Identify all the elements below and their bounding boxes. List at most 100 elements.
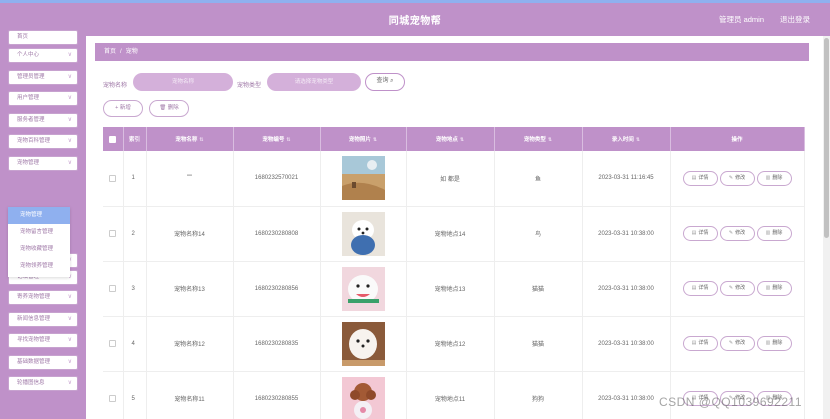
sidebar-item[interactable]: 基础数据管理 ∨ xyxy=(8,355,78,370)
row-checkbox[interactable] xyxy=(109,284,117,292)
col-name-label: 宠物名称 xyxy=(175,137,198,143)
submenu-pet-management: 宠物管理 宠物留言管理 宠物收藏管理 宠物领养管理 xyxy=(8,207,70,277)
cell-type: 鱼 xyxy=(494,151,583,207)
query-button[interactable]: 查询 ⌕ xyxy=(365,73,405,91)
sidebar-item-label: 用户管理 xyxy=(17,95,40,101)
sidebar-item[interactable]: 宠物百科管理 ∨ xyxy=(8,134,78,149)
col-header-ops: 操作 xyxy=(670,127,805,151)
col-time-label: 录入时间 xyxy=(611,137,634,143)
chevron-down-icon: ∨ xyxy=(67,337,72,343)
search-type-label: 宠物类型 xyxy=(237,83,262,89)
pet-photo xyxy=(341,376,385,419)
col-header-type[interactable]: 宠物类型 ⇅ xyxy=(494,127,583,151)
row-select-cell[interactable] xyxy=(103,261,124,317)
trash-icon: ▥ xyxy=(765,285,771,291)
chevron-down-icon: ∨ xyxy=(67,117,72,123)
row-select-cell[interactable] xyxy=(103,206,124,262)
row-select-cell[interactable] xyxy=(103,151,124,207)
sort-icon[interactable]: ⇅ xyxy=(373,137,377,143)
sort-icon[interactable]: ⇅ xyxy=(199,137,203,143)
add-button[interactable]: + 新增 xyxy=(103,100,143,117)
submenu-item[interactable]: 宠物留言管理 xyxy=(8,224,70,241)
cell-photo xyxy=(320,371,407,419)
detail-button[interactable]: ▤ 详情 xyxy=(682,226,718,241)
sidebar-item-label: 管理员管理 xyxy=(17,74,45,80)
pet-table: 索引 宠物名称 ⇅ 宠物编号 ⇅ 宠物照片 ⇅ 宠物地点 ⇅ 宠物类型 ⇅ 录入时间 ⇅ 操… xyxy=(103,127,805,419)
sidebar-item[interactable]: 寄养宠物管理 ∨ xyxy=(8,290,78,305)
sidebar-item[interactable]: 新闻信息管理 ∨ xyxy=(8,312,78,327)
detail-button[interactable]: ▤ 详情 xyxy=(682,281,718,296)
cell-index: 2 xyxy=(123,206,147,262)
col-header-time[interactable]: 录入时间 ⇅ xyxy=(582,127,671,151)
delete-button[interactable]: ▥ 删除 xyxy=(756,336,792,351)
cell-time: 2023-03-31 10:38:00 xyxy=(582,371,671,419)
delete-button[interactable]: ▥ 删除 xyxy=(756,226,792,241)
sidebar-item[interactable]: 个人中心 ∨ xyxy=(8,48,78,63)
sidebar-item[interactable]: 服务者管理 ∨ xyxy=(8,113,78,128)
cell-type: 猫猫 xyxy=(494,261,583,317)
pencil-icon: ✎ xyxy=(728,174,734,181)
select-all-checkbox[interactable] xyxy=(109,135,117,143)
col-photo-label: 宠物照片 xyxy=(348,137,371,143)
cell-location: 如 都是 xyxy=(406,151,495,207)
edit-button[interactable]: ✎ 修改 xyxy=(719,336,755,351)
row-checkbox[interactable] xyxy=(109,394,117,402)
table-row: 2 宠物名称14 1680230280808 宠物地点14 鸟 2023-03-31 10… xyxy=(103,206,805,262)
row-checkbox[interactable] xyxy=(109,229,117,237)
row-select-cell[interactable] xyxy=(103,371,124,419)
cell-photo xyxy=(320,316,407,372)
sidebar-item-label: 宠物百科管理 xyxy=(17,138,51,144)
delete-label: 删除 xyxy=(772,230,783,236)
table-header-row: 索引 宠物名称 ⇅ 宠物编号 ⇅ 宠物照片 ⇅ 宠物地点 ⇅ 宠物类型 ⇅ 录入时间 ⇅ 操… xyxy=(103,127,805,151)
pet-photo xyxy=(341,321,385,366)
search-icon: ⌕ xyxy=(390,78,394,84)
sidebar-item[interactable]: 管理员管理 ∨ xyxy=(8,70,78,85)
scrollbar-thumb[interactable] xyxy=(824,38,829,238)
breadcrumb: 首页 / 宠物 xyxy=(95,43,809,61)
cell-location: 宠物地点12 xyxy=(406,316,495,372)
chevron-down-icon: ∨ xyxy=(67,160,72,166)
delete-button[interactable]: ▥ 删除 xyxy=(756,281,792,296)
vertical-scrollbar[interactable] xyxy=(823,36,830,419)
row-checkbox[interactable] xyxy=(109,174,117,182)
sidebar-item[interactable]: 宠物管理 ∨ xyxy=(8,156,78,171)
submenu-item[interactable]: 宠物收藏管理 xyxy=(8,241,70,258)
breadcrumb-home[interactable]: 首页 xyxy=(104,49,116,55)
pencil-icon: ✎ xyxy=(728,285,734,291)
logout-link[interactable]: 退出登录 xyxy=(780,14,810,25)
app-title: 同城宠物帮 xyxy=(388,16,442,27)
col-header-photo[interactable]: 宠物照片 ⇅ xyxy=(320,127,407,151)
edit-button[interactable]: ✎ 修改 xyxy=(719,226,755,241)
sidebar-item[interactable]: 用户管理 ∨ xyxy=(8,91,78,106)
row-checkbox[interactable] xyxy=(109,339,117,347)
col-header-code[interactable]: 宠物编号 ⇅ xyxy=(233,127,321,151)
sort-icon[interactable]: ⇅ xyxy=(636,137,640,143)
top-bar: 同城宠物帮 管理员 admin 退出登录 xyxy=(0,0,830,36)
sort-icon[interactable]: ⇅ xyxy=(286,137,290,143)
col-header-location[interactable]: 宠物地点 ⇅ xyxy=(406,127,495,151)
trash-icon: ▥ xyxy=(765,230,771,236)
sort-icon[interactable]: ⇅ xyxy=(548,137,552,143)
cell-name: 宠物名称11 xyxy=(146,371,234,419)
sidebar-item[interactable]: 首页 xyxy=(8,30,78,45)
search-type-select[interactable] xyxy=(267,73,361,91)
batch-delete-button[interactable]: 🗑︎ 删除 xyxy=(149,100,189,117)
delete-button[interactable]: ▥ 删除 xyxy=(756,170,792,186)
detail-button[interactable]: ▤ 详情 xyxy=(682,170,718,186)
submenu-item[interactable]: 宠物领养管理 xyxy=(8,258,70,275)
sort-icon[interactable]: ⇅ xyxy=(460,137,464,143)
submenu-item[interactable]: 宠物管理 xyxy=(8,207,70,224)
edit-button[interactable]: ✎ 修改 xyxy=(719,170,755,186)
select-all-cell[interactable] xyxy=(103,127,124,151)
delete-label: 删除 xyxy=(772,174,783,181)
sidebar-item-label: 服务者管理 xyxy=(17,117,45,123)
detail-button[interactable]: ▤ 详情 xyxy=(682,336,718,351)
row-select-cell[interactable] xyxy=(103,316,124,372)
cell-type: 狗狗 xyxy=(494,371,583,419)
sidebar-item[interactable]: 寻找宠物管理 ∨ xyxy=(8,333,78,348)
search-name-input[interactable] xyxy=(133,73,233,91)
col-header-name[interactable]: 宠物名称 ⇅ xyxy=(146,127,234,151)
cell-time: 2023-03-31 10:38:00 xyxy=(582,206,671,262)
edit-button[interactable]: ✎ 修改 xyxy=(719,281,755,296)
sidebar-item[interactable]: 轮播图信息 ∨ xyxy=(8,376,78,391)
